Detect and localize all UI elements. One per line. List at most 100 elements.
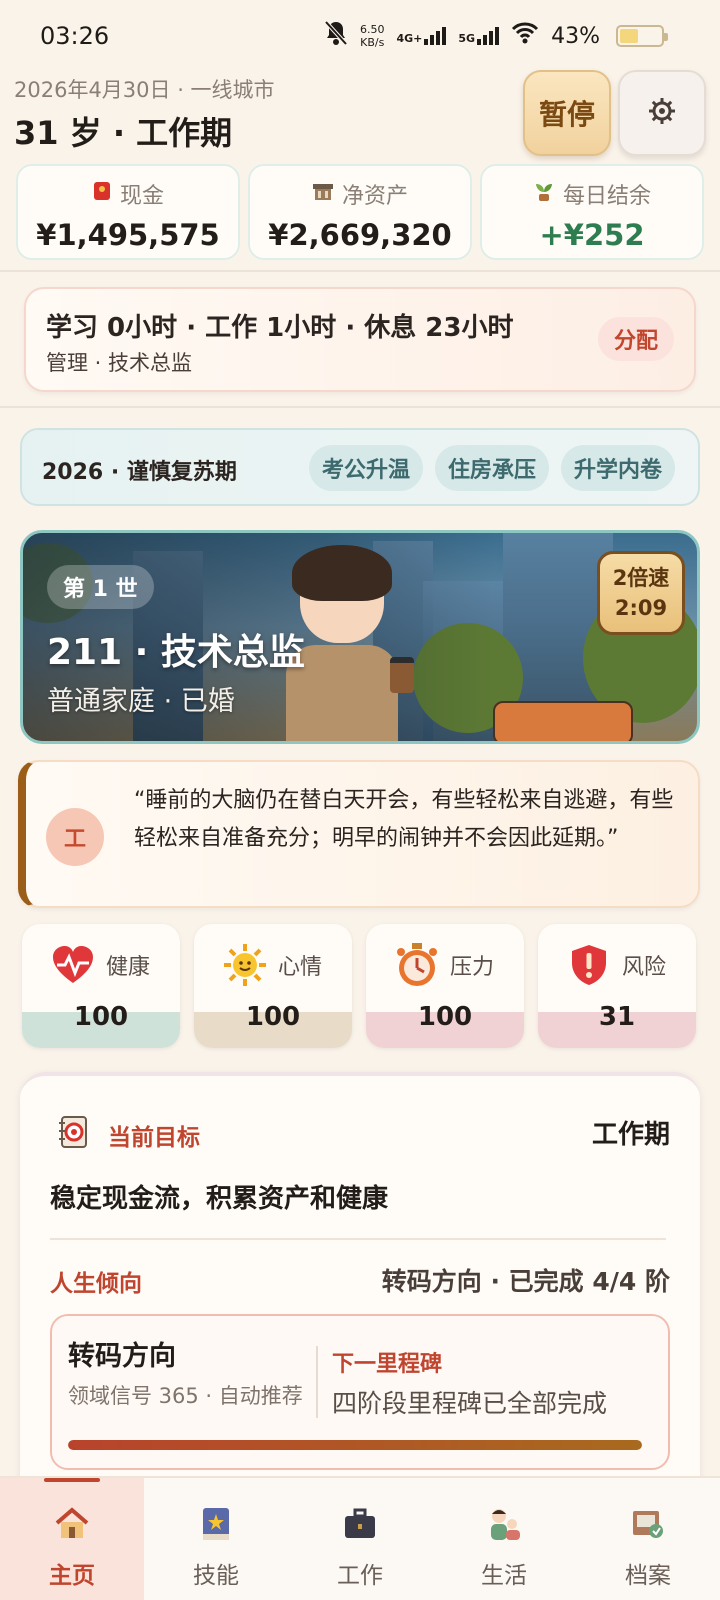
coffee-cup-icon (390, 657, 414, 693)
book-icon (194, 1504, 238, 1544)
nav-life[interactable]: 生活 (432, 1478, 576, 1600)
nav-label: 技能 (193, 1563, 239, 1589)
wifi-icon (511, 22, 539, 50)
speed-value: 6.50 (360, 23, 385, 36)
stat-value: ¥2,669,320 (268, 218, 452, 252)
goal-description: 稳定现金流，积累资产和健康 (50, 1184, 389, 1214)
gauge-health[interactable]: 健康 100 (22, 924, 180, 1048)
pause-button[interactable]: 暂停 (523, 70, 611, 156)
generation-badge: 第 1 世 (47, 565, 154, 609)
stat-value: ¥1,495,575 (36, 218, 220, 252)
people-icon (482, 1504, 526, 1544)
status-time: 03:26 (40, 22, 110, 50)
nav-label: 主页 (49, 1563, 95, 1589)
nav-label: 生活 (481, 1563, 527, 1589)
stat-label: 每日结余 (562, 184, 651, 209)
goal-phase: 工作期 (591, 1120, 670, 1150)
speed-button[interactable]: 2倍速 2:09 (597, 551, 685, 635)
gauge-value: 31 (598, 1002, 636, 1032)
divider (50, 1238, 666, 1240)
net1-label: 4G+ (396, 32, 423, 45)
character-title: 211 · 技术总监 (47, 632, 305, 673)
allocation-role: 管理 · 技术总监 (46, 351, 193, 375)
signal-bars-icon (477, 27, 500, 45)
status-icons: 6.50 KB/s 4G+ 5G 43% (324, 20, 668, 52)
allocation-summary: 学习 0小时 · 工作 1小时 · 休息 23小时 (46, 313, 514, 343)
era-chip[interactable]: 住房承压 (435, 445, 549, 491)
gauge-label: 压力 (450, 955, 495, 980)
nav-label: 档案 (625, 1563, 671, 1589)
gauge-label: 心情 (278, 955, 323, 980)
divider (0, 270, 720, 272)
speed-timer: 2:09 (614, 596, 668, 620)
track-progress-bar (68, 1440, 642, 1450)
milestone-value: 四阶段里程碑已全部完成 (332, 1389, 608, 1418)
milestone-label: 下一里程碑 (332, 1352, 443, 1377)
era-label: 2026 · 谨慎复苏期 (42, 460, 237, 485)
mute-icon (324, 20, 348, 52)
gauge-stress[interactable]: 压力 100 (366, 924, 524, 1048)
stat-daily-balance: 每日结余 +¥252 (480, 164, 704, 260)
bottom-nav: 主页 技能 工作 生活 档案 (0, 1476, 720, 1600)
nav-label: 工作 (337, 1563, 383, 1589)
gauge-value: 100 (417, 1002, 473, 1032)
stat-label: 净资产 (341, 184, 408, 209)
thought-quote-card: 工 “睡前的大脑仍在替白天开会，有些轻松来自逃避，有些轻松来自准备充分；明早的闹… (18, 760, 700, 908)
tendency-label: 人生倾向 (50, 1271, 142, 1297)
battery-percent: 43% (551, 23, 600, 49)
nav-archive[interactable]: 档案 (576, 1478, 720, 1600)
home-icon (50, 1504, 94, 1544)
nav-home[interactable]: 主页 (0, 1478, 144, 1600)
work-badge: 工 (46, 808, 104, 866)
gear-icon (648, 97, 676, 129)
career-track-card[interactable]: 转码方向 领域信号 365 · 自动推荐 下一里程碑 四阶段里程碑已全部完成 (50, 1314, 670, 1470)
time-allocation-card[interactable]: 学习 0小时 · 工作 1小时 · 休息 23小时 管理 · 技术总监 分配 (24, 287, 696, 392)
heart-icon (50, 942, 96, 988)
gauge-label: 风险 (622, 955, 667, 980)
stat-cash: 现金 ¥1,495,575 (16, 164, 240, 260)
signal-bars-icon (424, 27, 447, 45)
divider (0, 406, 720, 408)
date-location: 2026年4月30日 · 一线城市 (14, 78, 275, 102)
signal-5g: 5G (458, 27, 500, 45)
network-speed: 6.50 KB/s (360, 23, 385, 49)
gauge-value: 100 (245, 1002, 301, 1032)
sun-icon (222, 942, 268, 988)
bank-icon (312, 180, 334, 208)
stopwatch-icon (394, 942, 440, 988)
gauge-mood[interactable]: 心情 100 (194, 924, 352, 1048)
track-name: 转码方向 (68, 1341, 176, 1372)
goal-title: 当前目标 (108, 1125, 200, 1151)
era-card: 2026 · 谨慎复苏期 考公升温 住房承压 升学内卷 (20, 428, 700, 506)
net2-label: 5G (458, 32, 476, 45)
page-title: 31 岁 · 工作期 (14, 114, 233, 152)
nav-skills[interactable]: 技能 (144, 1478, 288, 1600)
signal-4g: 4G+ (397, 27, 447, 45)
stat-label: 现金 (119, 184, 164, 209)
tendency-value: 转码方向 · 已完成 4/4 阶 (381, 1267, 670, 1296)
speed-unit: KB/s (360, 36, 385, 49)
gauge-label: 健康 (106, 955, 151, 980)
settings-button[interactable] (618, 70, 706, 156)
battery-icon (616, 25, 668, 47)
speed-multiplier: 2倍速 (612, 566, 670, 590)
era-chip[interactable]: 升学内卷 (561, 445, 675, 491)
era-chip[interactable]: 考公升温 (309, 445, 423, 491)
stat-net-assets: 净资产 ¥2,669,320 (248, 164, 472, 260)
nav-work[interactable]: 工作 (288, 1478, 432, 1600)
character-banner[interactable]: 第 1 世 211 · 技术总监 普通家庭 · 已婚 2倍速 2:09 (20, 530, 700, 744)
gauge-value: 100 (73, 1002, 129, 1032)
archive-icon (626, 1504, 670, 1544)
allocate-button[interactable]: 分配 (598, 317, 674, 361)
track-signal: 领域信号 365 · 自动推荐 (68, 1384, 303, 1408)
stat-value: +¥252 (539, 218, 645, 252)
character-subtitle: 普通家庭 · 已婚 (47, 686, 235, 717)
status-bar: 03:26 6.50 KB/s 4G+ 5G 43% (0, 0, 720, 70)
target-notebook-icon (56, 1114, 92, 1156)
briefcase-icon (338, 1504, 382, 1544)
quote-text: “睡前的大脑仍在替白天开会，有些轻松来自逃避，有些轻松来自准备充分；明早的闹钟并… (134, 788, 674, 851)
shield-alert-icon (566, 942, 612, 988)
gauge-risk[interactable]: 风险 31 (538, 924, 696, 1048)
red-packet-icon (92, 180, 112, 208)
sprout-icon (533, 180, 555, 208)
